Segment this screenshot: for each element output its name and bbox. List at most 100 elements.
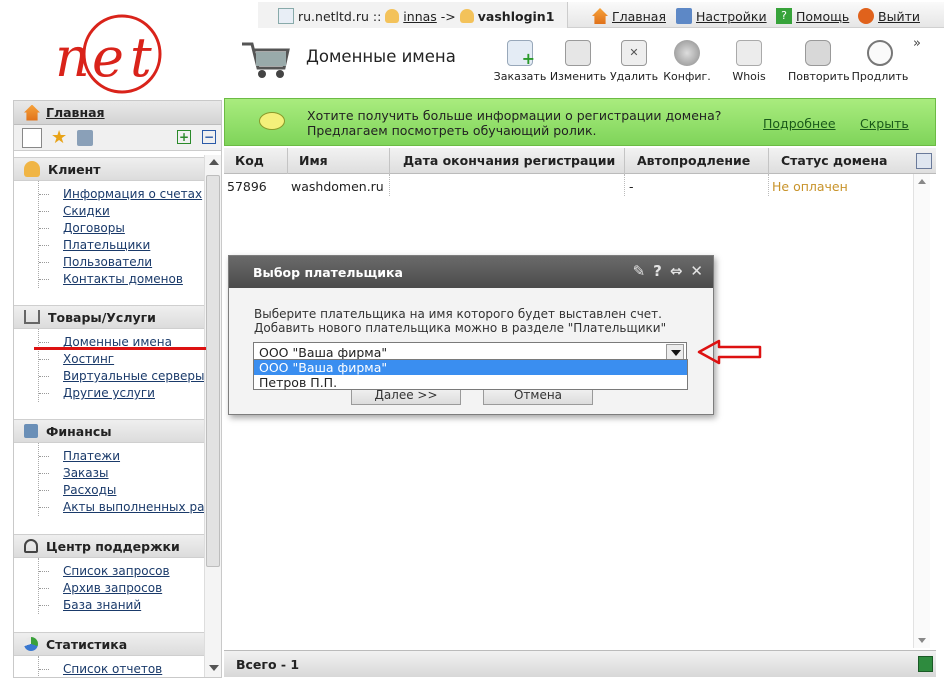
cell-name: washdomen.ru <box>291 179 384 194</box>
payer-dropdown: ООО "Ваша фирма" Петров П.П. <box>253 359 688 390</box>
grid-scrollbar[interactable] <box>913 174 930 648</box>
sidebar-link-acts[interactable]: Акты выполненных работ <box>39 499 221 516</box>
help-icon[interactable]: ? <box>653 262 662 280</box>
config-icon <box>674 40 700 66</box>
login-name: vashlogin1 <box>477 8 555 24</box>
user-link[interactable]: innas <box>403 9 437 24</box>
pin-icon[interactable]: ✎ <box>633 262 646 280</box>
help-link[interactable]: ? Помощь <box>776 8 849 24</box>
dialog-title: Выбор плательщика ✎ ? ⇔ ✕ <box>229 256 713 288</box>
home-link[interactable]: Главная <box>592 8 666 24</box>
sidebar-link-payers[interactable]: Плательщики <box>39 237 204 254</box>
whois-button[interactable]: Whois <box>719 40 779 83</box>
cell-autorenew: - <box>629 179 634 194</box>
settings-link[interactable]: Настройки <box>676 8 767 24</box>
payer-dialog: Выбор плательщика ✎ ? ⇔ ✕ Выберите плате… <box>228 255 714 415</box>
group-header-services[interactable]: Товары/Услуги <box>14 305 204 329</box>
group-header-support[interactable]: Центр поддержки <box>14 534 204 558</box>
col-name[interactable]: Имя <box>299 153 328 168</box>
excel-export-icon[interactable] <box>918 656 933 672</box>
sidebar-home[interactable]: Главная <box>14 101 221 125</box>
resize-icon[interactable]: ⇔ <box>670 262 683 280</box>
scroll-up-icon[interactable] <box>918 179 926 184</box>
sidebar-link-contracts[interactable]: Договоры <box>39 220 204 237</box>
sidebar-scroll-thumb[interactable] <box>206 175 220 567</box>
col-expiry[interactable]: Дата окончания регистрации <box>403 153 615 168</box>
sidebar-scrollbar[interactable] <box>204 155 221 677</box>
scroll-up-icon[interactable] <box>209 159 219 165</box>
info-banner: Хотите получить больше информации о реги… <box>224 98 936 146</box>
sidebar-link-hosting[interactable]: Хостинг <box>39 351 204 368</box>
settings-icon <box>676 8 692 24</box>
cell-status: Не оплачен <box>772 179 848 194</box>
annotation-underline <box>34 347 206 350</box>
annotation-arrow-icon <box>697 339 762 365</box>
group-header-statistics[interactable]: Статистика <box>14 632 204 656</box>
sidebar-link-users[interactable]: Пользователи <box>39 254 204 271</box>
sidebar-link-requests-archive[interactable]: Архив запросов <box>39 580 204 597</box>
sidebar-link-requests[interactable]: Список запросов <box>39 563 204 580</box>
scroll-down-icon[interactable] <box>918 638 926 643</box>
edit-icon <box>565 40 591 66</box>
svg-text:e: e <box>92 26 124 89</box>
col-autorenew[interactable]: Автопродление <box>637 153 750 168</box>
collapse-all-icon[interactable]: − <box>202 130 216 144</box>
sidebar-link-knowledge-base[interactable]: База знаний <box>39 597 204 614</box>
close-icon[interactable]: ✕ <box>690 262 703 280</box>
help-icon: ? <box>776 8 792 24</box>
client-icon <box>24 161 40 177</box>
repeat-icon <box>805 40 831 66</box>
sidebar-link-payments[interactable]: Платежи <box>39 448 204 465</box>
document-icon <box>278 8 294 24</box>
home-icon <box>592 8 608 24</box>
headset-icon <box>24 539 38 553</box>
payer-option[interactable]: Петров П.П. <box>254 375 687 390</box>
session-info: ru.netltd.ru :: innas -> vashlogin1 <box>258 2 568 28</box>
power-icon <box>858 8 874 24</box>
grid-header: Код Имя Дата окончания регистрации Автоп… <box>224 148 936 174</box>
order-button[interactable]: + Заказать <box>490 40 550 83</box>
sidebar-link-other-services[interactable]: Другие услуги <box>39 385 204 402</box>
cart-icon <box>242 42 290 78</box>
repeat-button[interactable]: Повторить <box>788 40 850 83</box>
delete-icon: ✕ <box>621 40 647 66</box>
chevron-down-icon[interactable] <box>666 344 684 360</box>
col-code[interactable]: Код <box>235 153 264 168</box>
briefcase-icon[interactable] <box>77 130 93 146</box>
delete-button[interactable]: ✕ Удалить <box>604 40 664 83</box>
extend-button[interactable]: Продлить <box>850 40 910 83</box>
banner-hide-link[interactable]: Скрыть <box>860 116 909 131</box>
cell-code: 57896 <box>227 179 267 194</box>
sidebar-link-vps[interactable]: Виртуальные серверы <box>39 368 205 385</box>
column-settings-icon[interactable] <box>916 153 932 169</box>
sidebar-link-reports[interactable]: Список отчетов <box>39 661 204 677</box>
group-statistics: Статистика Список отчетов <box>14 632 204 677</box>
total-count: Всего - 1 <box>236 657 300 672</box>
cart-icon <box>24 310 40 324</box>
group-header-client[interactable]: Клиент <box>14 157 204 181</box>
edit-button[interactable]: Изменить <box>548 40 608 83</box>
favorites-icon[interactable]: ★ <box>51 127 67 148</box>
logout-link[interactable]: Выйти <box>858 8 920 24</box>
top-bar: ru.netltd.ru :: innas -> vashlogin1 Глав… <box>258 2 944 28</box>
expand-all-icon[interactable]: + <box>177 130 191 144</box>
pie-chart-icon <box>24 637 38 651</box>
col-status[interactable]: Статус домена <box>781 153 887 168</box>
sidebar-link-invoices-info[interactable]: Информация о счетах <box>39 186 204 203</box>
banner-more-link[interactable]: Подробнее <box>763 116 836 131</box>
whois-icon <box>736 40 762 66</box>
sidebar-link-discounts[interactable]: Скидки <box>39 203 204 220</box>
payer-option[interactable]: ООО "Ваша фирма" <box>254 360 687 375</box>
scroll-down-icon[interactable] <box>209 665 219 671</box>
sidebar-tabs: ★ + − <box>14 125 221 151</box>
grid-footer: Всего - 1 <box>224 650 936 677</box>
sidebar-link-expenses[interactable]: Расходы <box>39 482 204 499</box>
sidebar-link-domain-contacts[interactable]: Контакты доменов <box>39 271 204 288</box>
toolbar-overflow[interactable]: » <box>913 36 921 51</box>
sidebar-link-orders[interactable]: Заказы <box>39 465 204 482</box>
config-button[interactable]: Конфиг. <box>657 40 717 83</box>
group-header-finance[interactable]: Финансы <box>14 419 204 443</box>
list-view-icon[interactable] <box>22 128 42 148</box>
user-icon-2 <box>459 9 474 23</box>
site-name: ru.netltd.ru :: <box>298 8 382 24</box>
